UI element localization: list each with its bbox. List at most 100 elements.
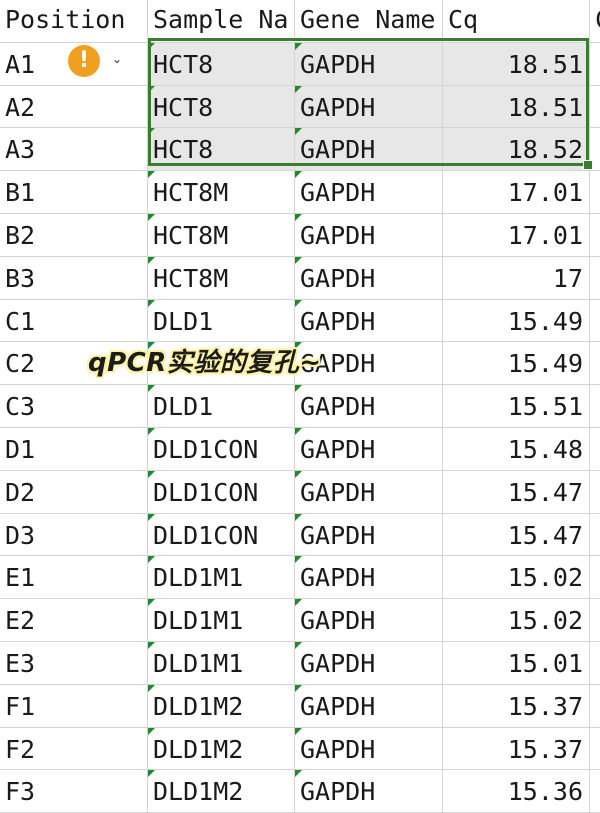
cell-sample-name[interactable]: DLD1M2 [148,684,295,728]
cell-position[interactable]: B1 [0,171,148,214]
cell-sample-name[interactable]: DLD1M1 [148,642,295,685]
cell-cq[interactable]: 15.49 [443,299,590,343]
cell-position[interactable]: F1 [0,684,148,728]
cell-cq[interactable]: 18.51 [443,85,590,129]
cell-cq[interactable]: 15.02 [443,599,590,642]
cell-cq[interactable]: 18.52 [443,128,590,172]
cell-sample-name[interactable]: HCT8 [148,128,295,172]
cell-position[interactable]: C1 [0,299,148,343]
cell-empty[interactable] [590,43,600,86]
cell-position[interactable]: A2 [0,85,148,129]
cell-cq[interactable]: 15.51 [443,385,590,428]
cell-empty[interactable] [590,642,600,685]
cell-gene-name[interactable]: GAPDH [295,171,443,214]
header-gene-name[interactable]: Gene Name [295,0,443,43]
cell-sample-name[interactable]: DLD1 [148,385,295,428]
cell-sample-name[interactable]: DLD1CON [148,513,295,557]
cell-cq[interactable]: 17.01 [443,214,590,257]
error-indicator-icon [295,256,302,264]
cell-cq[interactable]: 18.51 [443,42,590,86]
cell-gene-name[interactable]: GAPDH [295,385,443,428]
error-indicator-icon [148,42,155,50]
cell-cq[interactable]: 15.01 [443,642,590,685]
cell-cq[interactable]: 17 [443,256,590,300]
cell-position[interactable]: B2 [0,214,148,257]
cell-gene-name[interactable]: GAPDH [295,470,443,514]
cell-cq[interactable]: 15.49 [443,342,590,386]
header-next-column[interactable]: C [590,0,600,43]
fill-handle[interactable] [583,160,593,170]
cell-sample-name[interactable]: HCT8 [148,42,295,86]
cell-sample-name[interactable]: DLD1 [148,299,295,343]
cell-position[interactable]: E2 [0,599,148,642]
cell-empty[interactable] [590,428,600,471]
cell-empty[interactable] [590,385,600,428]
cell-gene-name[interactable]: GAPDH [295,684,443,728]
cell-position[interactable]: F3 [0,770,148,813]
cell-position[interactable]: B3 [0,256,148,300]
error-indicator-icon [148,642,155,649]
cell-gene-name[interactable]: GAPDH [295,256,443,300]
error-indicator-icon [148,428,155,435]
cell-position[interactable]: C3 [0,385,148,428]
cell-sample-name[interactable]: DLD1CON [148,470,295,514]
cell-empty[interactable] [590,599,600,642]
chevron-down-icon[interactable]: ⌄ [112,52,122,66]
cell-gene-name[interactable]: GAPDH [295,214,443,257]
cell-cq[interactable]: 15.02 [443,556,590,600]
error-indicator-icon [148,770,155,778]
cell-cq[interactable]: 15.47 [443,513,590,557]
error-indicator-icon [148,299,155,307]
cell-sample-name[interactable]: DLD1M1 [148,599,295,642]
cell-cq[interactable]: 15.47 [443,470,590,514]
cell-cq[interactable]: 15.37 [443,684,590,728]
cell-empty[interactable] [590,86,600,129]
cell-cq[interactable]: 17.01 [443,171,590,214]
cell-sample-name[interactable]: HCT8M [148,256,295,300]
cell-gene-name[interactable]: GAPDH [295,428,443,471]
cell-sample-name[interactable]: HCT8 [148,85,295,129]
header-sample-name[interactable]: Sample Na [148,0,295,43]
cell-gene-name[interactable]: GAPDH [295,42,443,86]
cell-empty[interactable] [590,300,600,343]
cell-sample-name[interactable]: DLD1M2 [148,727,295,771]
cell-gene-name[interactable]: GAPDH [295,299,443,343]
cell-empty[interactable] [590,471,600,514]
warning-icon[interactable]: ! [68,45,100,77]
cell-position[interactable]: F2 [0,727,148,771]
cell-gene-name[interactable]: GAPDH [295,599,443,642]
cell-gene-name[interactable]: GAPDH [295,128,443,172]
cell-empty[interactable] [590,171,600,214]
cell-empty[interactable] [590,556,600,600]
cell-gene-name[interactable]: GAPDH [295,513,443,557]
cell-empty[interactable] [590,257,600,300]
cell-gene-name[interactable]: GAPDH [295,642,443,685]
cell-sample-name[interactable]: DLD1M1 [148,556,295,600]
cell-position[interactable]: A3 [0,128,148,172]
cell-empty[interactable] [590,685,600,728]
cell-cq[interactable]: 15.37 [443,727,590,771]
cell-sample-name[interactable]: HCT8M [148,214,295,257]
error-indicator-icon [148,727,155,735]
header-position[interactable]: Position [0,0,148,43]
cell-gene-name[interactable]: GAPDH [295,770,443,813]
cell-position[interactable]: D1 [0,428,148,471]
cell-gene-name[interactable]: GAPDH [295,85,443,129]
cell-position[interactable]: E1 [0,556,148,600]
cell-gene-name[interactable]: GAPDH [295,556,443,600]
cell-gene-name[interactable]: GAPDH [295,727,443,771]
header-cq[interactable]: Cq [443,0,590,43]
cell-sample-name[interactable]: DLD1CON [148,428,295,471]
cell-position[interactable]: E3 [0,642,148,685]
cell-cq[interactable]: 15.36 [443,770,590,813]
cell-sample-name[interactable]: HCT8M [148,171,295,214]
cell-empty[interactable] [590,342,600,386]
cell-empty[interactable] [590,770,600,813]
cell-sample-name[interactable]: DLD1M2 [148,770,295,813]
cell-empty[interactable] [590,214,600,257]
cell-cq[interactable]: 15.48 [443,428,590,471]
cell-empty[interactable] [590,514,600,557]
cell-position[interactable]: D2 [0,470,148,514]
cell-position[interactable]: D3 [0,513,148,557]
cell-empty[interactable] [590,728,600,771]
